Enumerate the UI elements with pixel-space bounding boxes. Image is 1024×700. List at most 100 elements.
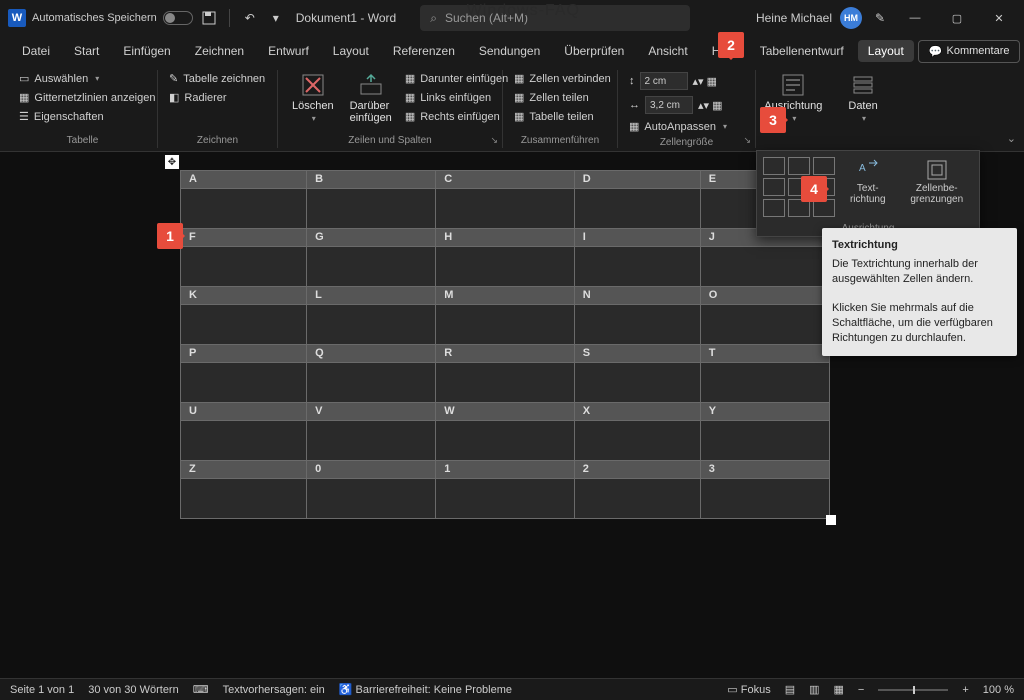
tab-layout[interactable]: Layout — [323, 40, 379, 62]
insert-left-button[interactable]: ▦ Links einfügen — [402, 89, 511, 106]
align-mid-left[interactable] — [763, 178, 785, 196]
tab-sendungen[interactable]: Sendungen — [469, 40, 550, 62]
status-lang-icon[interactable]: ⌨ — [193, 683, 209, 696]
table-cell[interactable]: O — [700, 287, 829, 305]
align-top-right[interactable] — [813, 157, 835, 175]
table-cell[interactable]: I — [574, 229, 700, 247]
zoom-in-icon[interactable]: + — [962, 684, 968, 696]
document-table[interactable]: ABCDEFGHIJKLMNOPQRSTUVWXYZ0123 — [180, 170, 830, 519]
tab-einfügen[interactable]: Einfügen — [113, 40, 180, 62]
tab-überprüfen[interactable]: Überprüfen — [554, 40, 634, 62]
dialog-launcher-icon[interactable]: ↘ — [743, 135, 751, 146]
table-cell[interactable]: P — [181, 345, 307, 363]
status-page[interactable]: Seite 1 von 1 — [10, 684, 74, 696]
table-cell[interactable] — [700, 247, 829, 287]
tab-tabellenentwurf[interactable]: Tabellenentwurf — [750, 40, 854, 62]
table-cell[interactable]: B — [307, 171, 436, 189]
insert-above-button[interactable]: Darüber einfügen — [344, 70, 398, 126]
table-cell[interactable] — [436, 247, 574, 287]
align-bot-left[interactable] — [763, 199, 785, 217]
table-move-handle[interactable]: ✥ — [165, 155, 179, 169]
table-cell[interactable] — [436, 305, 574, 345]
table-cell[interactable]: H — [436, 229, 574, 247]
table-cell[interactable] — [307, 421, 436, 461]
tab-zeichnen[interactable]: Zeichnen — [185, 40, 254, 62]
table-cell[interactable]: C — [436, 171, 574, 189]
select-button[interactable]: ▭ Auswählen ▾ — [16, 70, 158, 87]
table-cell[interactable]: W — [436, 403, 574, 421]
zoom-level[interactable]: 100 % — [983, 684, 1014, 696]
eraser-button[interactable]: ◧ Radierer — [166, 89, 268, 106]
table-cell[interactable] — [436, 363, 574, 403]
tab-datei[interactable]: Datei — [12, 40, 60, 62]
close-icon[interactable]: ✕ — [982, 4, 1016, 32]
undo-icon[interactable]: ↶ — [240, 8, 260, 28]
table-cell[interactable] — [574, 247, 700, 287]
table-cell[interactable]: Z — [181, 461, 307, 479]
avatar[interactable]: HM — [840, 7, 862, 29]
table-cell[interactable]: Y — [700, 403, 829, 421]
text-direction-button[interactable]: A Text-richtung — [845, 157, 891, 207]
align-top-left[interactable] — [763, 157, 785, 175]
zoom-slider[interactable] — [878, 689, 948, 691]
table-cell[interactable]: L — [307, 287, 436, 305]
status-access[interactable]: ♿ Barrierefreiheit: Keine Probleme — [339, 683, 512, 696]
table-cell[interactable] — [181, 189, 307, 229]
properties-button[interactable]: ☰ Eigenschaften — [16, 108, 158, 125]
split-table-button[interactable]: ▦ Tabelle teilen — [511, 108, 614, 125]
tab-referenzen[interactable]: Referenzen — [383, 40, 465, 62]
align-top-center[interactable] — [788, 157, 810, 175]
status-predict[interactable]: Textvorhersagen: ein — [223, 684, 325, 696]
data-button[interactable]: Daten▾ — [842, 70, 883, 125]
table-cell[interactable]: 3 — [700, 461, 829, 479]
table-cell[interactable] — [574, 479, 700, 519]
delete-button[interactable]: Löschen▾ — [286, 70, 340, 125]
minimize-icon[interactable]: ― — [898, 4, 932, 32]
view-web-icon[interactable]: ▦ — [834, 683, 844, 696]
ribbon-collapse-icon[interactable]: ⌄ — [1007, 132, 1016, 145]
redo-dropdown-icon[interactable]: ▾ — [266, 8, 286, 28]
table-cell[interactable] — [436, 479, 574, 519]
table-cell[interactable] — [700, 305, 829, 345]
table-cell[interactable]: D — [574, 171, 700, 189]
draw-table-button[interactable]: ✎ Tabelle zeichnen — [166, 70, 268, 87]
table-cell[interactable]: T — [700, 345, 829, 363]
table-cell[interactable] — [574, 421, 700, 461]
table-cell[interactable]: G — [307, 229, 436, 247]
insert-below-button[interactable]: ▦ Darunter einfügen — [402, 70, 511, 87]
maximize-icon[interactable]: ▢ — [940, 4, 974, 32]
tab-entwurf[interactable]: Entwurf — [258, 40, 319, 62]
table-cell[interactable]: 0 — [307, 461, 436, 479]
autosave-toggle[interactable] — [163, 11, 193, 25]
table-cell[interactable] — [181, 421, 307, 461]
table-cell[interactable] — [307, 247, 436, 287]
table-cell[interactable] — [436, 189, 574, 229]
table-cell[interactable]: U — [181, 403, 307, 421]
autosave[interactable]: Automatisches Speichern — [32, 11, 193, 25]
tab-ansicht[interactable]: Ansicht — [638, 40, 697, 62]
table-cell[interactable]: A — [181, 171, 307, 189]
table-cell[interactable] — [181, 305, 307, 345]
table-cell[interactable]: V — [307, 403, 436, 421]
view-print-icon[interactable]: ▤ — [785, 683, 795, 696]
table-cell[interactable]: S — [574, 345, 700, 363]
table-cell[interactable] — [307, 189, 436, 229]
insert-right-button[interactable]: ▦ Rechts einfügen — [402, 108, 511, 125]
table-cell[interactable] — [307, 363, 436, 403]
dialog-launcher-icon[interactable]: ↘ — [490, 135, 498, 146]
merge-cells-button[interactable]: ▦ Zellen verbinden — [511, 70, 614, 87]
tab-layout[interactable]: Layout — [858, 40, 914, 62]
split-cells-button[interactable]: ▦ Zellen teilen — [511, 89, 614, 106]
table-cell[interactable]: M — [436, 287, 574, 305]
table-cell[interactable]: F — [181, 229, 307, 247]
table-cell[interactable] — [574, 305, 700, 345]
zoom-out-icon[interactable]: − — [858, 684, 864, 696]
save-icon[interactable] — [199, 8, 219, 28]
comments-button[interactable]: 💬 Kommentare — [918, 40, 1021, 63]
table-cell[interactable]: 1 — [436, 461, 574, 479]
table-cell[interactable]: 2 — [574, 461, 700, 479]
table-cell[interactable]: K — [181, 287, 307, 305]
status-focus[interactable]: ▭ Fokus — [727, 683, 770, 696]
table-cell[interactable] — [700, 363, 829, 403]
table-cell[interactable] — [700, 479, 829, 519]
